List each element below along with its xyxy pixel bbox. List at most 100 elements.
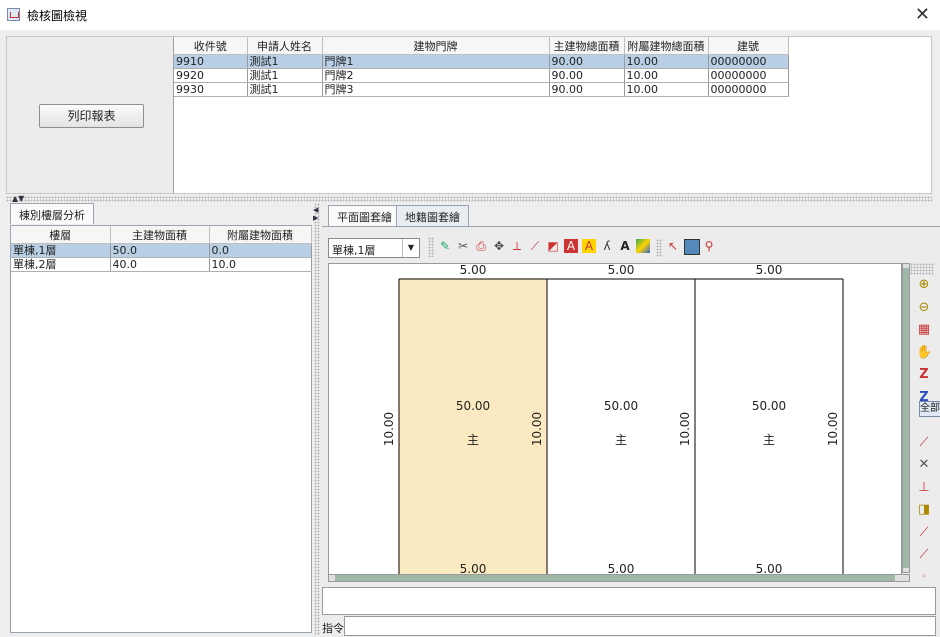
vertical-splitter[interactable] <box>314 203 320 635</box>
offset-line-icon[interactable]: ⟋ <box>916 525 932 541</box>
height-label: 10.00 <box>530 412 544 446</box>
table-cell: 10.00 <box>624 54 709 69</box>
select-area-icon[interactable] <box>684 239 700 255</box>
floor-table-area: 樓層 主建物面積 附屬建物面積 單棟,1層 50.0 0.0 單棟,2層 40.0 10.0 <box>10 225 312 633</box>
column-header[interactable]: 收件號 <box>174 37 248 55</box>
dropdown-arrow-icon[interactable]: ▼ <box>402 239 419 257</box>
case-row[interactable]: 9930 測試1 門牌3 90.00 10.00 00000000 <box>174 82 789 97</box>
app-icon <box>7 8 20 21</box>
tab-cadastral-overlay[interactable]: 地籍圖套繪 <box>396 205 469 226</box>
horizontal-scroll-thumb[interactable] <box>335 575 895 581</box>
room-area-label: 50.00 <box>456 399 490 413</box>
message-area <box>322 587 936 615</box>
case-table: 收件號 申請人姓名 建物門牌 主建物總面積 附屬建物總面積 建號 9910 測試1 門牌1 90… <box>174 37 789 97</box>
tab-plan-overlay[interactable]: 平面圖套繪 <box>328 205 401 226</box>
title-bar: 檢核圖檢視 ✕ <box>0 0 940 30</box>
draw-line-icon[interactable]: ⟋ <box>916 435 932 451</box>
top-panel: 列印報表 收件號 申請人姓名 建物門牌 主建物總面積 附屬建物總面積 建號 9910 測試1… <box>6 36 932 194</box>
floor-table: 樓層 主建物面積 附屬建物面積 單棟,1層 50.0 0.0 單棟,2層 40.0 10.0 <box>11 226 312 272</box>
zoom-in-icon[interactable]: ⊕ <box>916 277 932 293</box>
pan-hand-icon[interactable]: ✋ <box>916 345 932 361</box>
extend-line-icon[interactable]: ⟋ <box>916 547 932 563</box>
toolbar-grip <box>428 237 434 257</box>
collapse-arrows-icon[interactable]: ▲▼ <box>12 194 24 203</box>
table-cell: 9910 <box>174 54 248 69</box>
vertical-scroll-thumb[interactable] <box>903 268 909 568</box>
height-label: 10.00 <box>382 412 396 446</box>
tab-floor-analysis[interactable]: 棟別樓層分析 <box>10 203 94 224</box>
table-cell: 00000000 <box>708 82 789 97</box>
text-a-red-icon[interactable]: A <box>564 239 578 253</box>
point-icon[interactable]: ◦ <box>916 569 932 585</box>
draw-toolbar: ✎ ✂ ⎙ ✥ ⟂ ⟋ ◩ A A ʎ A ↖ ⚲ <box>438 239 728 257</box>
top-width-label: 5.00 <box>756 264 783 277</box>
floor-row[interactable]: 單棟,2層 40.0 10.0 <box>11 257 312 272</box>
text-style-icon[interactable]: A <box>582 239 596 253</box>
column-header[interactable]: 附屬建物總面積 <box>624 37 709 55</box>
snap-icon[interactable]: ↖ <box>666 239 680 253</box>
grid-icon[interactable]: ▦ <box>916 322 932 338</box>
table-cell: 測試1 <box>247 82 323 97</box>
polygon-icon[interactable]: ◨ <box>916 502 932 518</box>
top-width-label: 5.00 <box>608 264 635 277</box>
table-cell: 90.00 <box>549 54 625 69</box>
highlighted-room-fill <box>399 279 547 578</box>
command-row: 指令: <box>322 616 936 636</box>
stamp-icon[interactable]: ⎙ <box>474 239 488 253</box>
case-row[interactable]: 9920 測試1 門牌2 90.00 10.00 00000000 <box>174 68 789 83</box>
column-header[interactable]: 附屬建物面積 <box>209 226 312 244</box>
table-cell: 單棟,2層 <box>11 257 111 272</box>
height-label: 10.00 <box>678 412 692 446</box>
horizontal-splitter[interactable] <box>6 196 932 202</box>
horizontal-scrollbar[interactable] <box>328 574 910 582</box>
zoom-window-icon[interactable]: Z <box>916 367 932 383</box>
table-cell: 00000000 <box>708 54 789 69</box>
column-header[interactable]: 主建物總面積 <box>549 37 625 55</box>
column-header[interactable]: 建物門牌 <box>322 37 550 55</box>
delete-cross-icon[interactable]: ✕ <box>916 457 932 473</box>
height-label: 10.00 <box>826 412 840 446</box>
table-cell: 門牌2 <box>322 68 550 83</box>
zoom-out-icon[interactable]: ⊖ <box>916 300 932 316</box>
close-icon[interactable]: ✕ <box>915 4 930 25</box>
table-cell: 00000000 <box>708 68 789 83</box>
pencil-icon[interactable]: ✎ <box>438 239 452 253</box>
column-header[interactable]: 主建物面積 <box>110 226 210 244</box>
floor-plan: 5.00 5.00 5.00 5.00 5.00 5.00 50.00 50.0… <box>382 264 844 578</box>
table-cell: 9930 <box>174 82 248 97</box>
table-cell: 90.00 <box>549 82 625 97</box>
window-title: 檢核圖檢視 <box>27 9 88 23</box>
move-icon[interactable]: ✥ <box>492 239 506 253</box>
case-row[interactable]: 9910 測試1 門牌1 90.00 10.00 00000000 <box>174 54 789 69</box>
perpendicular-icon[interactable]: ⊥ <box>916 480 932 496</box>
floor-row[interactable]: 單棟,1層 50.0 0.0 <box>11 243 312 258</box>
line-split-icon[interactable]: ⟂ <box>510 239 524 253</box>
room-kind-label: 主 <box>763 433 775 447</box>
collapse-side-icon[interactable]: ◀ ▶ <box>313 206 318 222</box>
text-icon[interactable]: A <box>618 239 632 253</box>
command-input[interactable] <box>344 616 936 636</box>
top-width-label: 5.00 <box>460 264 487 277</box>
side-toolbar-grip <box>910 263 934 275</box>
table-cell: 門牌1 <box>322 54 550 69</box>
table-cell: 單棟,1層 <box>11 243 111 258</box>
drawing-canvas[interactable]: 5.00 5.00 5.00 5.00 5.00 5.00 50.00 50.0… <box>328 263 902 581</box>
scissors-icon[interactable]: ✂ <box>456 239 470 253</box>
room-kind-label: 主 <box>615 433 627 447</box>
layer-icon[interactable] <box>636 239 650 253</box>
zoom-tool-icon[interactable]: ⚲ <box>702 239 716 253</box>
column-header[interactable]: 申請人姓名 <box>247 37 323 55</box>
right-panel: 平面圖套繪 地籍圖套繪 單棟,1層 ▼ ✎ ✂ ⎙ ✥ ⟂ ⟋ ◩ A A ʎ … <box>322 203 940 637</box>
table-cell: 10.00 <box>624 68 709 83</box>
vertical-scrollbar[interactable] <box>902 263 910 573</box>
column-header[interactable]: 樓層 <box>11 226 111 244</box>
table-cell: 50.0 <box>110 243 210 258</box>
print-report-button[interactable]: 列印報表 <box>39 104 144 128</box>
floor-select[interactable]: 單棟,1層 ▼ <box>328 238 420 258</box>
column-header[interactable]: 建號 <box>708 37 789 55</box>
fill-icon[interactable]: ◩ <box>546 239 560 253</box>
line-extend-icon[interactable]: ⟋ <box>528 239 542 253</box>
text-edit-icon[interactable]: ʎ <box>600 239 614 253</box>
room-kind-label: 主 <box>467 433 479 447</box>
table-cell: 門牌3 <box>322 82 550 97</box>
